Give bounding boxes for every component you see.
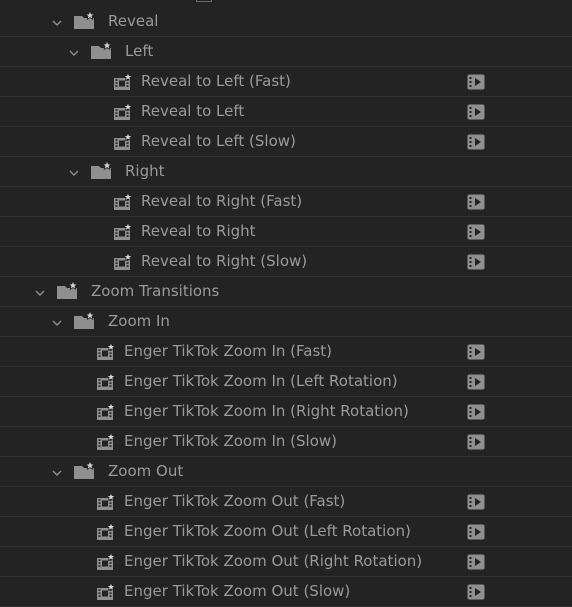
video-transition-preset-icon (113, 102, 133, 121)
tree-preset-row[interactable]: Reveal to Left (0, 97, 572, 127)
preset-label: Enger TikTok Zoom In (Right Rotation) (124, 402, 409, 420)
folder-label: Zoom In (108, 312, 170, 330)
preset-label: Enger TikTok Zoom In (Slow) (124, 432, 338, 450)
video-transition-preset-icon (96, 432, 116, 451)
accelerated-effect-badge-icon (467, 254, 485, 270)
tree-preset-row[interactable]: Enger TikTok Zoom In (Fast) (0, 337, 572, 367)
preset-label: Enger TikTok Zoom In (Fast) (124, 342, 333, 360)
accelerated-effect-badge-icon (467, 224, 485, 240)
chevron-down-icon[interactable] (68, 45, 80, 57)
tree-preset-row[interactable]: Reveal to Right (Slow) (0, 247, 572, 277)
video-transition-preset-icon (96, 582, 116, 601)
accelerated-effect-badge-icon (467, 554, 485, 570)
preset-bin-folder-icon (73, 309, 97, 331)
accelerated-effect-badge-icon (467, 194, 485, 210)
preset-bin-folder-icon (73, 9, 97, 31)
video-transition-preset-icon (113, 252, 133, 271)
video-transition-preset-icon (96, 552, 116, 571)
video-transition-preset-icon (113, 132, 133, 151)
accelerated-effect-badge-icon (467, 584, 485, 600)
chevron-down-icon[interactable] (51, 465, 63, 477)
accelerated-effect-badge-icon (467, 344, 485, 360)
preset-label: Enger TikTok Zoom In (Left Rotation) (124, 372, 398, 390)
tree-preset-row[interactable]: Reveal to Right (Fast) (0, 187, 572, 217)
video-transition-preset-icon (96, 372, 116, 391)
preset-label: Reveal to Right (Slow) (141, 252, 308, 270)
tree-preset-row[interactable]: Reveal to Left (Slow) (0, 127, 572, 157)
preset-label: Enger TikTok Zoom Out (Fast) (124, 492, 346, 510)
video-transition-preset-icon (96, 492, 116, 511)
folder-label: Right (125, 162, 165, 180)
preset-label: Enger TikTok Zoom Out (Slow) (124, 582, 351, 600)
video-transition-preset-icon (96, 342, 116, 361)
video-transition-preset-icon (113, 72, 133, 91)
preset-bin-folder-icon (56, 279, 80, 301)
video-transition-preset-icon (96, 522, 116, 541)
preset-bin-folder-icon (73, 459, 97, 481)
accelerated-effect-badge-icon (467, 74, 485, 90)
preset-label: Reveal to Left (141, 102, 245, 120)
preset-label: Enger TikTok Zoom Out (Left Rotation) (124, 522, 411, 540)
chevron-down-icon[interactable] (51, 15, 63, 27)
accelerated-effect-badge-icon (467, 104, 485, 120)
video-transition-preset-icon (113, 222, 133, 241)
accelerated-effect-badge-icon (467, 404, 485, 420)
folder-label: Zoom Out (108, 462, 184, 480)
preset-bin-folder-icon (90, 39, 114, 61)
folder-label: Left (125, 42, 154, 60)
tree-preset-row[interactable]: Reveal to Left (Fast) (0, 67, 572, 97)
tree-preset-row[interactable]: Enger TikTok Zoom In (Left Rotation) (0, 367, 572, 397)
tree-preset-row[interactable]: Enger TikTok Zoom Out (Right Rotation) (0, 547, 572, 577)
tree-preset-row[interactable]: Enger TikTok Zoom In (Right Rotation) (0, 397, 572, 427)
tree-folder-row[interactable]: Left (0, 37, 572, 67)
preset-bin-folder-icon (90, 159, 114, 181)
preset-label: Reveal to Left (Slow) (141, 132, 296, 150)
folder-label: Reveal (108, 12, 159, 30)
tree-folder-row[interactable]: Zoom Transitions (0, 277, 572, 307)
accelerated-effect-badge-icon (467, 374, 485, 390)
accelerated-effect-badge-icon (467, 434, 485, 450)
accelerated-effect-badge-icon (467, 524, 485, 540)
tree-preset-row[interactable]: Enger TikTok Zoom In (Slow) (0, 427, 572, 457)
folder-label: Zoom Transitions (91, 282, 220, 300)
tree-preset-row[interactable]: Reveal to Right (0, 217, 572, 247)
tree-folder-row[interactable]: Right (0, 157, 572, 187)
tree-preset-row[interactable]: Enger TikTok Zoom Out (Left Rotation) (0, 517, 572, 547)
chevron-down-icon[interactable] (68, 165, 80, 177)
preset-label: Reveal to Left (Fast) (141, 72, 291, 90)
video-transition-preset-icon (96, 402, 116, 421)
accelerated-effect-badge-icon (467, 494, 485, 510)
tree-folder-row[interactable]: Zoom Out (0, 457, 572, 487)
chevron-down-icon[interactable] (51, 315, 63, 327)
preset-label: Reveal to Right (Fast) (141, 192, 303, 210)
tree-folder-row[interactable]: Reveal (0, 7, 572, 37)
preset-label: Enger TikTok Zoom Out (Right Rotation) (124, 552, 423, 570)
tree-preset-row[interactable]: Enger TikTok Zoom Out (Slow) (0, 577, 572, 607)
scroll-edge-fragment (196, 0, 212, 2)
tree-preset-row[interactable]: Enger TikTok Zoom Out (Fast) (0, 487, 572, 517)
accelerated-effect-badge-icon (467, 134, 485, 150)
tree-folder-row[interactable]: Zoom In (0, 307, 572, 337)
preset-label: Reveal to Right (141, 222, 256, 240)
chevron-down-icon[interactable] (34, 285, 46, 297)
video-transition-preset-icon (113, 192, 133, 211)
